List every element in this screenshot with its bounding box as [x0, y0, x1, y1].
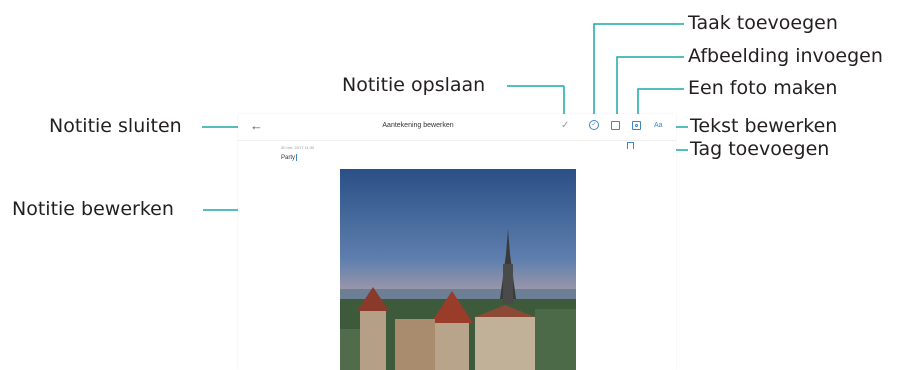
- callout-add-task: Taak toevoegen: [688, 12, 838, 34]
- callout-close-note: Notitie sluiten: [49, 115, 182, 137]
- callout-insert-image: Afbeelding invoegen: [688, 45, 883, 67]
- insert-image-icon[interactable]: [611, 121, 620, 130]
- callout-edit-text: Tekst bewerken: [690, 115, 838, 137]
- text-cursor: [296, 154, 298, 161]
- callout-take-photo: Een foto maken: [688, 77, 838, 99]
- bottom-nav-bar: [238, 364, 676, 370]
- note-date: 30 mrt. 2017 11:30: [281, 145, 315, 150]
- note-photo[interactable]: [340, 169, 576, 370]
- screen-title: Aantekening bewerken: [382, 122, 454, 129]
- callout-save-note: Notitie opslaan: [342, 74, 486, 96]
- callout-edit-note: Notitie bewerken: [12, 198, 174, 220]
- text-format-icon[interactable]: Aa: [654, 122, 663, 129]
- callout-add-tag: Tag toevoegen: [690, 138, 830, 160]
- leader-task: [593, 23, 684, 121]
- note-text: Party: [281, 155, 296, 162]
- note-editor-screen: ← Aantekening bewerken ✓ ✓ Aa 30 mrt. 20…: [238, 114, 676, 370]
- bookmark-tag-icon[interactable]: [627, 142, 634, 151]
- back-arrow-icon[interactable]: ←: [250, 119, 263, 132]
- checkmark-icon[interactable]: ✓: [561, 121, 569, 131]
- task-check-icon[interactable]: ✓: [589, 120, 599, 130]
- note-body[interactable]: Party: [281, 154, 298, 162]
- top-bar: ← Aantekening bewerken ✓ ✓ Aa: [238, 114, 676, 141]
- camera-icon[interactable]: [632, 121, 641, 130]
